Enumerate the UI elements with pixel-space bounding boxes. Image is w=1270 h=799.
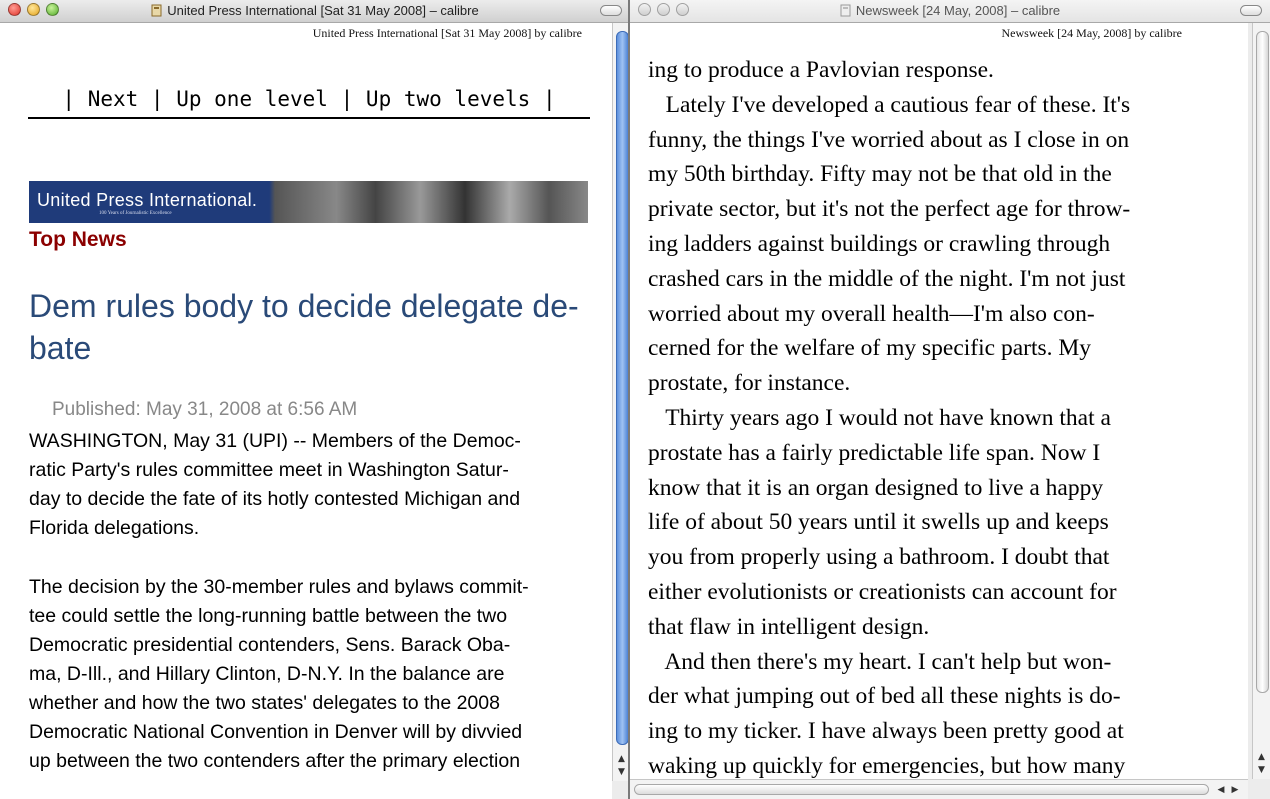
right-page-header: Newsweek [24 May, 2008] by calibre [1001, 26, 1183, 40]
article-paragraph: WASHINGTON, May 31 (UPI) -- Members of t… [29, 430, 521, 539]
left-reader-window: United Press International [Sat 31 May 2… [0, 0, 630, 799]
right-reader-window: Newsweek [24 May, 2008] – calibre Newswe… [630, 0, 1270, 799]
left-content: United Press International [Sat 31 May 2… [0, 23, 612, 799]
window-controls [638, 3, 689, 16]
left-page-header: United Press International [Sat 31 May 2… [312, 26, 582, 40]
nav-separator: | [62, 87, 76, 111]
document-icon [840, 4, 851, 17]
scroll-up-arrow-icon[interactable]: ▲ [615, 753, 628, 765]
left-window-title: United Press International [Sat 31 May 2… [167, 3, 479, 18]
right-titlebar[interactable]: Newsweek [24 May, 2008] – calibre [630, 0, 1270, 23]
headline-text: Dem rules body to decide delegate de- ba… [29, 288, 579, 366]
minimize-button[interactable] [27, 3, 40, 16]
right-scroll-thumb[interactable] [1256, 31, 1269, 693]
zoom-button[interactable] [676, 3, 689, 16]
scroll-right-arrow-icon[interactable]: ▶ [1229, 784, 1241, 796]
left-titlebar[interactable]: United Press International [Sat 31 May 2… [0, 0, 630, 23]
banner-text: United Press International. [37, 190, 258, 210]
right-vertical-scrollbar[interactable]: ▲ ▼ [1252, 23, 1270, 779]
nav-next-link[interactable]: Next [88, 87, 139, 111]
close-button[interactable] [638, 3, 651, 16]
scroll-up-arrow-icon[interactable]: ▲ [1255, 751, 1268, 763]
published-date: Published: May 31, 2008 at 6:56 AM [52, 399, 358, 420]
nav-up-one-link[interactable]: Up one level [176, 87, 328, 111]
window-controls [8, 3, 59, 16]
scroll-down-arrow-icon[interactable]: ▼ [1255, 764, 1268, 776]
article-paragraph: The decision by the 30-member rules and … [29, 576, 529, 772]
toolbar-toggle-button[interactable] [1240, 5, 1262, 16]
close-button[interactable] [8, 3, 21, 16]
minimize-button[interactable] [657, 3, 670, 16]
document-icon [151, 4, 162, 17]
upi-banner-logo: United Press International. 100 Years of… [29, 181, 588, 223]
banner-subtext: 100 Years of Journalistic Excellence [99, 211, 172, 216]
zoom-button[interactable] [46, 3, 59, 16]
right-horizontal-scrollbar[interactable]: ◀ ▶ [630, 779, 1248, 799]
book-text: ing to produce a Pavlovian response. Lat… [648, 57, 1131, 779]
scroll-left-arrow-icon[interactable]: ◀ [1215, 784, 1227, 796]
section-title: Top News [29, 228, 127, 251]
nav-separator: | [150, 87, 164, 111]
toolbar-toggle-button[interactable] [600, 5, 622, 16]
nav-separator: | [340, 87, 354, 111]
scroll-down-arrow-icon[interactable]: ▼ [615, 766, 628, 778]
nav-up-two-link[interactable]: Up two levels [366, 87, 530, 111]
article-headline: Dem rules body to decide delegate de- ba… [29, 285, 594, 369]
right-content: Newsweek [24 May, 2008] by calibre ing t… [630, 23, 1248, 779]
right-window-title: Newsweek [24 May, 2008] – calibre [855, 3, 1061, 18]
horizontal-scroll-thumb[interactable] [634, 784, 1209, 795]
resize-grip-icon[interactable] [1252, 779, 1270, 799]
article-nav: | Next | Up one level | Up two levels | [28, 87, 590, 119]
nav-separator: | [542, 87, 556, 111]
